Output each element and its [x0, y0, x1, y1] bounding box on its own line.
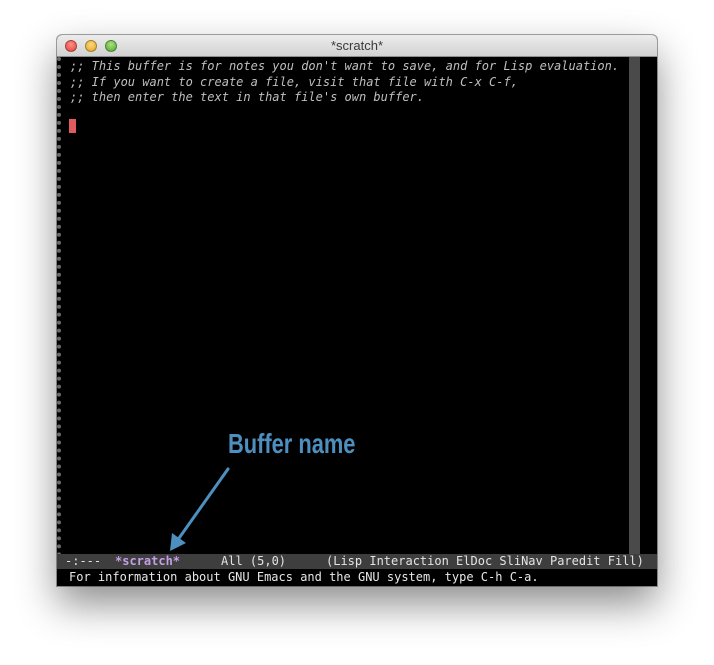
annotation-arrow-icon: [170, 467, 230, 551]
annotation-label: Buffer name: [228, 428, 356, 459]
text-cursor: [69, 119, 76, 133]
mode-line: -:--- *scratch* All (5,0) (Lisp Interact…: [57, 554, 657, 569]
vertical-scrollbar[interactable]: [629, 57, 640, 555]
left-fringe: [57, 57, 67, 557]
modeline-status: -:---: [65, 554, 102, 568]
echo-area: For information about GNU Emacs and the …: [69, 570, 539, 584]
modeline-buffer-name: *scratch*: [115, 554, 181, 568]
window-title: *scratch*: [330, 38, 384, 53]
title-bar[interactable]: *scratch*: [57, 35, 657, 57]
editor-line: ;; This buffer is for notes you don't wa…: [70, 59, 620, 73]
editor-line: ;; then enter the text in that file's ow…: [70, 90, 425, 104]
emacs-window: *scratch* ;; This buffer is for notes yo…: [57, 35, 657, 586]
modeline-position: All (5,0): [221, 554, 287, 568]
modeline-modes: (Lisp Interaction ElDoc SliNav Paredit F…: [326, 554, 644, 568]
editor-line: ;; If you want to create a file, visit t…: [70, 74, 518, 89]
editor-text-area[interactable]: ;; This buffer is for notes you don't wa…: [70, 59, 628, 557]
